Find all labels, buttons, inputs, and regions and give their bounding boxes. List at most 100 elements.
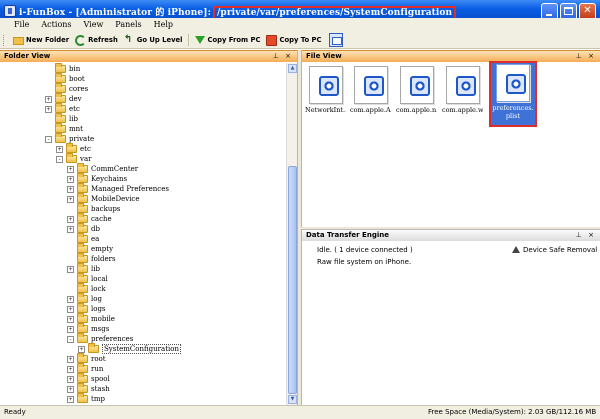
tree-item[interactable]: bin [45,63,80,74]
tree-item[interactable]: mnt [45,123,83,134]
tree-item[interactable]: + spool [67,373,110,384]
tree-item[interactable]: + Keychains [67,173,127,184]
eject-icon [512,246,520,253]
tree-item-label: MobileDevice [91,195,140,203]
tree-item[interactable]: + etc [56,143,91,154]
panel-pin-close-icons[interactable]: ⊥ × [273,52,293,61]
file-item[interactable]: com.apple.w... [442,66,483,124]
tree-item[interactable]: - var [56,153,91,164]
expand-toggle[interactable]: + [67,265,74,273]
tree-item[interactable]: + etc [45,103,80,114]
tree-item-label: cores [69,85,89,93]
new-folder-button[interactable]: New Folder [10,33,72,48]
tree-item[interactable]: + stash [67,383,110,394]
tree-item[interactable]: + logs [67,303,106,314]
folder-scrollbar[interactable]: ▲ ▼ [286,63,297,405]
copy-to-pc-button[interactable]: Copy To PC [263,33,324,48]
go-up-level-button[interactable]: ↰ Go Up Level [121,33,186,48]
tree-item[interactable]: + dev [45,93,82,104]
collapse-toggle[interactable]: - [45,135,52,143]
app-icon[interactable] [4,5,16,17]
expand-toggle[interactable]: + [45,105,52,113]
expand-toggle[interactable]: + [67,295,74,303]
panel-pin-close-icons[interactable]: ⊥ × [576,231,596,240]
tree-item[interactable]: + msgs [67,323,109,334]
folder-icon [77,253,88,263]
tree-item-label: etc [80,145,91,153]
view-mode-button[interactable] [328,33,343,47]
expand-toggle[interactable]: + [45,95,52,103]
tree-item[interactable]: + log [67,293,102,304]
expand-toggle[interactable]: + [67,185,74,193]
file-item[interactable]: com.apple.n... [396,66,437,124]
folder-icon [55,113,66,123]
tree-item-label: spool [91,375,110,383]
expand-toggle[interactable]: + [67,315,74,323]
menu-file[interactable]: File [8,18,35,32]
tree-item-label: lib [69,115,78,123]
folder-icon [77,173,88,183]
tree-item-label: lib [91,265,100,273]
tree-item[interactable]: + tmp [67,393,105,404]
tree-item[interactable]: + root [67,353,106,364]
panel-pin-close-icons[interactable]: ⊥ × [576,52,596,61]
copy-to-pc-icon [266,34,278,46]
folder-view-panel: Folder View ⊥ × bin boot cores + dev + etc lib m… [0,50,298,405]
menu-panels[interactable]: Panels [109,18,147,32]
file-item[interactable]: NetworkInt... [305,66,346,124]
copy-from-pc-button[interactable]: Copy From PC [192,33,263,48]
refresh-button[interactable]: Refresh [72,33,121,48]
tree-item[interactable]: lock [67,283,106,294]
file-item[interactable]: preferences.plist [489,61,537,127]
menu-view[interactable]: View [78,18,110,32]
scroll-thumb[interactable] [288,166,297,394]
menu-actions[interactable]: Actions [35,18,77,32]
tree-item-label: lock [91,285,106,293]
tree-item[interactable]: folders [67,253,116,264]
expand-toggle[interactable]: + [67,215,74,223]
expand-toggle[interactable]: + [56,145,63,153]
tree-item[interactable]: + cache [67,213,112,224]
title-prefix: i-FunBox - [Administrator 的 iPhone]: [19,8,212,18]
tree-item[interactable]: cores [45,83,89,94]
tree-item[interactable]: empty [67,243,113,254]
collapse-toggle[interactable]: - [56,155,63,163]
safe-removal-label: Device Safe Removal [523,246,598,254]
file-item[interactable]: com.apple.A... [350,66,391,124]
tree-item-label: mobile [91,315,115,323]
menu-help[interactable]: Help [148,18,179,32]
expand-toggle[interactable]: + [67,365,74,373]
expand-toggle[interactable]: + [67,385,74,393]
expand-toggle[interactable]: + [67,195,74,203]
expand-toggle[interactable]: + [67,165,74,173]
toolbar: New Folder Refresh ↰ Go Up Level Copy Fr… [0,32,600,49]
scroll-down-arrow[interactable]: ▼ [288,395,297,404]
expand-toggle[interactable]: + [67,305,74,313]
folder-icon [66,153,77,163]
tree-item[interactable]: + run [67,363,103,374]
tree-item[interactable]: backups [67,203,120,214]
file-view-header: File View ⊥ × [302,50,600,62]
expand-toggle[interactable]: + [67,375,74,383]
expand-toggle[interactable]: + [67,175,74,183]
toolbar-grip[interactable] [3,34,6,46]
scroll-up-arrow[interactable]: ▲ [288,64,297,73]
data-transfer-panel: Data Transfer Engine ⊥ × Idle. ( 1 devic… [301,229,600,405]
folder-icon [77,243,88,253]
expand-toggle[interactable]: + [78,345,85,353]
tree-item[interactable]: local [67,273,108,284]
tree-item[interactable]: + SystemConfiguration [78,343,181,354]
tree-item[interactable]: boot [45,73,85,84]
device-safe-removal-button[interactable]: Device Safe Removal [512,246,597,254]
expand-toggle[interactable]: + [67,395,74,403]
expand-toggle[interactable]: + [67,355,74,363]
expand-toggle[interactable]: + [67,225,74,233]
tree-item[interactable]: + mobile [67,313,115,324]
tree-item[interactable]: - preferences [67,333,133,344]
collapse-toggle[interactable]: - [67,335,74,343]
expand-toggle[interactable]: + [67,325,74,333]
